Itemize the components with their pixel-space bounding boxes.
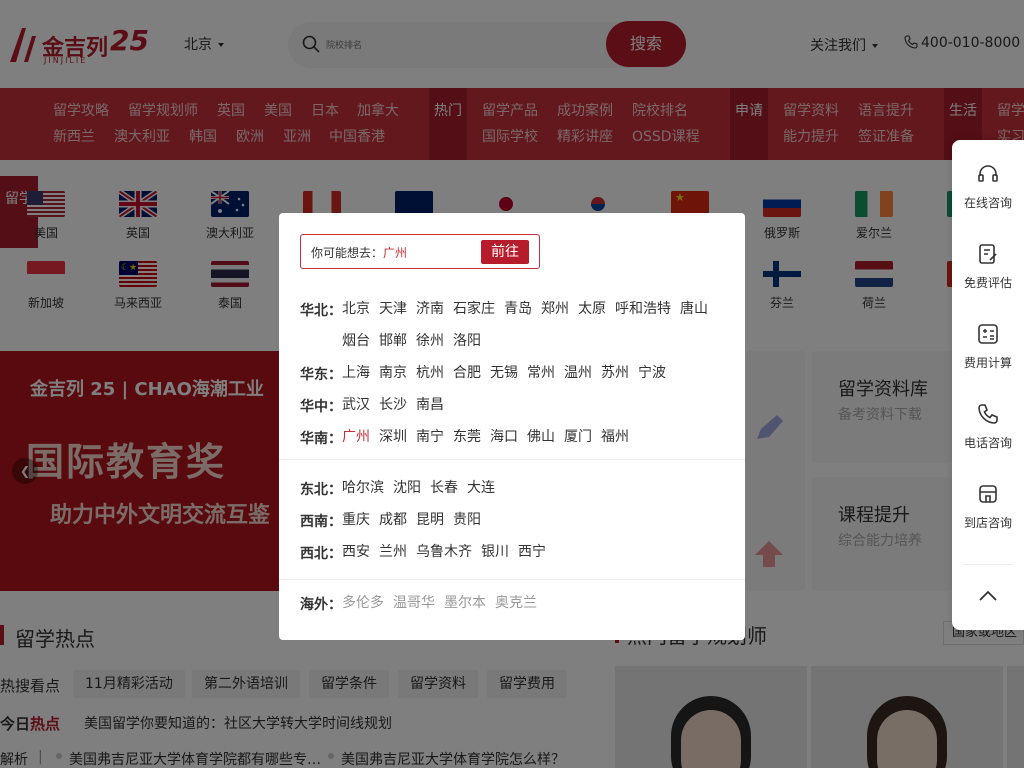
city-option[interactable]: 徐州: [416, 325, 444, 357]
suggested-city-box: 你可能想去：广州 前往: [300, 234, 540, 269]
sidebar-phone-consult[interactable]: 电话咨询: [952, 402, 1024, 451]
modal-divider: [279, 459, 745, 460]
city-option[interactable]: 天津: [379, 293, 407, 325]
region-label: 华南：: [300, 431, 342, 447]
city-option[interactable]: 兰州: [379, 536, 407, 568]
city-list-central: 武汉 长沙 南昌: [342, 389, 727, 421]
city-option[interactable]: 常州: [527, 357, 555, 389]
city-option[interactable]: 郑州: [541, 293, 569, 325]
city-option[interactable]: 西宁: [518, 536, 546, 568]
suggested-city[interactable]: 广州: [383, 246, 407, 260]
city-option[interactable]: 唐山: [680, 293, 708, 325]
region-label: 东北：: [300, 482, 342, 498]
city-option[interactable]: 东莞: [453, 421, 481, 453]
city-option[interactable]: 长沙: [379, 389, 407, 421]
headset-icon: [978, 165, 998, 182]
city-option[interactable]: 武汉: [342, 389, 370, 421]
city-list-overseas: 多伦多 温哥华 墨尔本 奥克兰: [342, 587, 727, 619]
sidebar-store-visit[interactable]: 到店咨询: [952, 482, 1024, 531]
city-option[interactable]: 厦门: [564, 421, 592, 453]
phone-icon: [978, 404, 998, 424]
sidebar-label: 在线咨询: [963, 196, 1012, 210]
city-picker-modal: 你可能想去：广州 前往 华北： 北京 天津 济南 石家庄 青岛 郑州 太原 呼和浩特 唐山烟台邯…: [279, 213, 745, 640]
sidebar-label: 到店咨询: [963, 516, 1012, 530]
sidebar-cost-calculator[interactable]: 费用计算: [952, 322, 1024, 371]
region-label: 华东：: [300, 367, 342, 383]
city-option[interactable]: 海口: [490, 421, 518, 453]
city-option[interactable]: 太原: [578, 293, 606, 325]
back-to-top-button[interactable]: [952, 584, 1024, 616]
city-option[interactable]: 墨尔本: [444, 587, 486, 619]
calculator-icon: [978, 324, 998, 344]
region-label: 华北：: [300, 303, 342, 319]
city-option[interactable]: 宁波: [638, 357, 666, 389]
city-option[interactable]: 奥克兰: [495, 587, 537, 619]
suggested-city-label: 你可能想去：广州: [311, 246, 408, 260]
city-option[interactable]: 西安: [342, 536, 370, 568]
city-option[interactable]: 昆明: [416, 504, 444, 536]
city-option[interactable]: 沈阳: [393, 472, 421, 504]
city-option[interactable]: 济南: [416, 293, 444, 325]
city-option[interactable]: 成都: [379, 504, 407, 536]
sidebar-label: 免费评估: [963, 276, 1012, 290]
sidebar-free-assessment[interactable]: 免费评估: [952, 242, 1024, 291]
city-option[interactable]: 佛山: [527, 421, 555, 453]
store-icon: [979, 485, 997, 503]
city-option[interactable]: 福州: [601, 421, 629, 453]
city-option[interactable]: 杭州: [416, 357, 444, 389]
edit-doc-icon: [979, 244, 997, 264]
city-option[interactable]: 呼和浩特: [615, 293, 671, 325]
city-option[interactable]: 南昌: [416, 389, 444, 421]
sidebar-online-consult[interactable]: 在线咨询: [952, 162, 1024, 211]
city-option[interactable]: 长春: [430, 472, 458, 504]
city-option[interactable]: 深圳: [379, 421, 407, 453]
city-list-south: 广州 深圳 南宁 东莞 海口 佛山 厦门 福州: [342, 421, 727, 453]
region-label: 西北：: [300, 546, 342, 562]
city-option[interactable]: 石家庄: [453, 293, 495, 325]
sidebar-label: 电话咨询: [963, 436, 1012, 450]
city-list-northeast: 哈尔滨 沈阳 长春 大连: [342, 472, 727, 504]
region-label: 华中：: [300, 399, 342, 415]
sidebar-divider: [962, 564, 1014, 565]
city-option[interactable]: 重庆: [342, 504, 370, 536]
city-option[interactable]: 南宁: [416, 421, 444, 453]
city-option[interactable]: 大连: [467, 472, 495, 504]
region-label: 西南：: [300, 514, 342, 530]
city-option[interactable]: 北京: [342, 293, 370, 325]
city-option[interactable]: 苏州: [601, 357, 629, 389]
city-option[interactable]: 乌鲁木齐: [416, 536, 472, 568]
region-label: 海外：: [300, 597, 342, 613]
floating-sidebar: 在线咨询 免费评估 费用计算 电话咨询 到店咨询: [952, 140, 1024, 630]
city-option[interactable]: 多伦多: [342, 587, 384, 619]
city-option[interactable]: 邯郸: [379, 325, 407, 357]
city-option[interactable]: 银川: [481, 536, 509, 568]
city-option[interactable]: 青岛: [504, 293, 532, 325]
city-option[interactable]: 贵阳: [453, 504, 481, 536]
city-option-selected[interactable]: 广州: [342, 421, 370, 453]
city-option[interactable]: 洛阳: [453, 325, 481, 357]
chevron-up-icon: [979, 590, 997, 601]
go-button[interactable]: 前往: [481, 240, 529, 264]
city-option[interactable]: 温州: [564, 357, 592, 389]
city-option[interactable]: 烟台: [342, 325, 370, 357]
sidebar-label: 费用计算: [963, 356, 1012, 370]
city-list-southwest: 重庆 成都 昆明 贵阳: [342, 504, 727, 536]
city-list-east: 上海 南京 杭州 合肥 无锡 常州 温州 苏州 宁波: [342, 357, 727, 389]
city-option[interactable]: 南京: [379, 357, 407, 389]
city-option[interactable]: 无锡: [490, 357, 518, 389]
city-option[interactable]: 温哥华: [393, 587, 435, 619]
city-list-north: 北京 天津 济南 石家庄 青岛 郑州 太原 呼和浩特 唐山烟台 邯郸 徐州 洛阳: [342, 293, 727, 357]
modal-divider: [279, 579, 745, 580]
city-list-northwest: 西安 兰州 乌鲁木齐 银川 西宁: [342, 536, 727, 568]
city-option[interactable]: 哈尔滨: [342, 472, 384, 504]
city-option[interactable]: 上海: [342, 357, 370, 389]
city-option[interactable]: 合肥: [453, 357, 481, 389]
